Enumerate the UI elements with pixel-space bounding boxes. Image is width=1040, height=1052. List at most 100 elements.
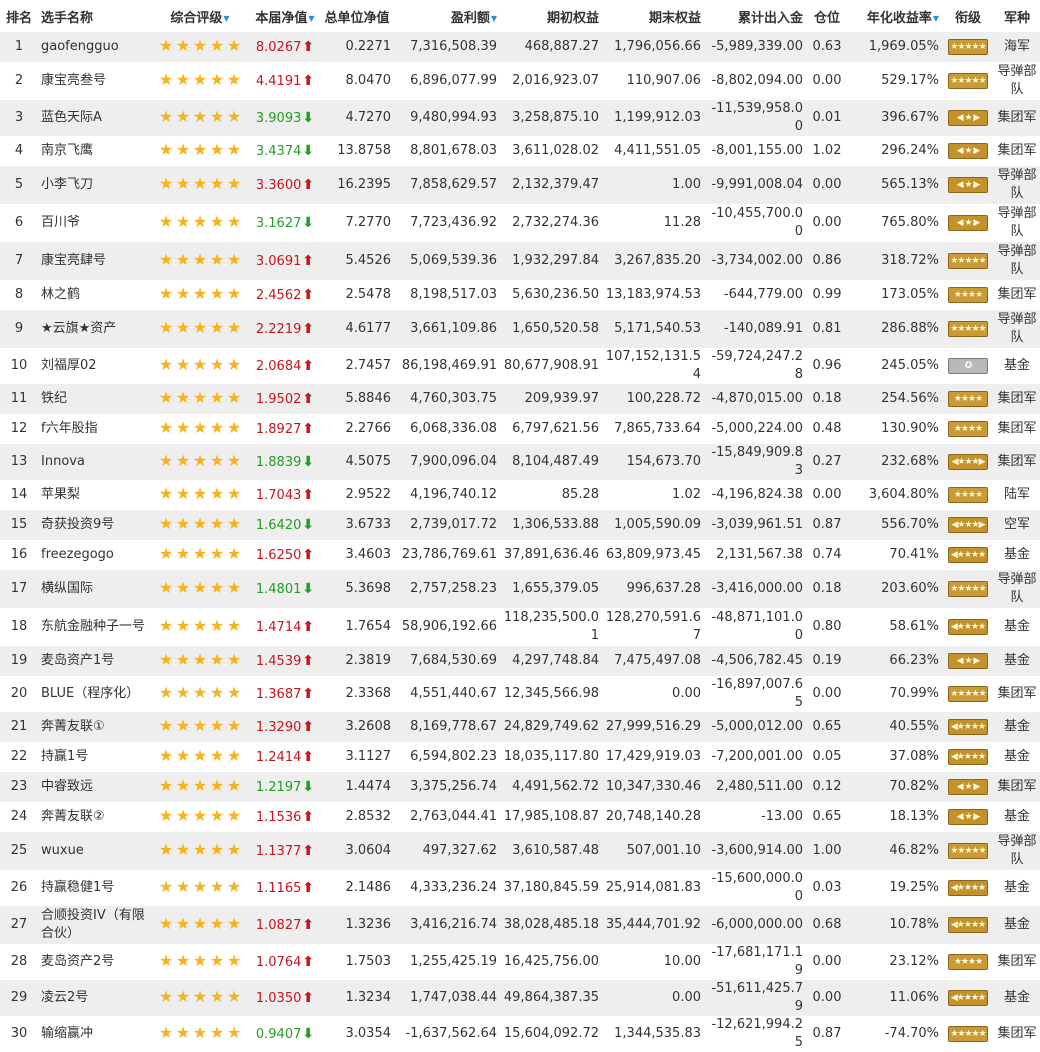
cell-rank: 9: [14, 321, 24, 336]
star-icon: ★: [158, 513, 174, 533]
table-row[interactable]: 1 gaofengguo ★ ★ ★ ★ ★ 8.0267⬆ 0.2271 7,316,508.3…: [0, 32, 1040, 62]
cell-name[interactable]: 百川爷: [38, 204, 150, 242]
cell-name[interactable]: 东航金融种子一号: [38, 608, 150, 646]
cell-name[interactable]: 输缩赢冲: [38, 1016, 150, 1052]
cell-cum-flow: -11,539,958.00: [711, 101, 803, 134]
header-total-nav[interactable]: 总单位净值: [320, 0, 394, 32]
header-rating[interactable]: 综合评级▼: [150, 0, 250, 32]
cell-name[interactable]: 南京飞鹰: [38, 136, 150, 166]
table-header-row: 排名 选手名称 综合评级▼ 本届净值▼ 总单位净值 盈利额▼ 期初权益 期末权益…: [0, 0, 1040, 32]
cell-name[interactable]: freezegogo: [38, 540, 150, 570]
cell-name[interactable]: 持赢1号: [38, 742, 150, 772]
cell-name[interactable]: 麦岛资产2号: [38, 944, 150, 980]
cell-name[interactable]: 横纵国际: [38, 570, 150, 608]
cell-annual: 37.08%: [889, 749, 939, 764]
cell-name[interactable]: 康宝亮肆号: [38, 242, 150, 280]
table-row[interactable]: 12 f六年股指 ★ ★ ★ ★ ★ 1.8927⬆ 2.2766 6,068,336.08 6,7…: [0, 414, 1040, 444]
table-row[interactable]: 27 合顺投资IV（有限合伙） ★ ★ ★ ★ ★ 1.0827⬆ 1.3236 3,416,21…: [0, 906, 1040, 944]
table-row[interactable]: 15 奇获投资9号 ★ ★ ★ ★ ★ 1.6420⬇ 3.6733 2,739,017.72 1,…: [0, 510, 1040, 540]
star-icon: ★: [226, 615, 242, 635]
cell-name[interactable]: 康宝亮叁号: [38, 62, 150, 100]
cell-name[interactable]: 林之鹤: [38, 280, 150, 310]
cell-name[interactable]: 蓝色天际A: [38, 100, 150, 136]
header-nav[interactable]: 本届净值▼: [250, 0, 320, 32]
star-icon: ★: [175, 615, 191, 635]
table-row[interactable]: 23 中睿致远 ★ ★ ★ ★ ★ 1.2197⬇ 1.4474 3,375,256.74 4,49…: [0, 772, 1040, 802]
sort-arrow-icon[interactable]: ▼: [491, 14, 497, 23]
cell-nav: 1.8839⬇: [255, 453, 315, 470]
cell-name[interactable]: 刘福厚02: [38, 348, 150, 384]
table-row[interactable]: 21 奔菁友联① ★ ★ ★ ★ ★ 1.3290⬆ 3.2608 8,169,778.67 24,…: [0, 712, 1040, 742]
cell-name[interactable]: 麦岛资产1号: [38, 646, 150, 676]
cell-cum-flow: -140,089.91: [723, 321, 803, 336]
table-row[interactable]: 16 freezegogo ★ ★ ★ ★ ★ 1.6250⬆ 3.4603 23,786,769…: [0, 540, 1040, 570]
table-row[interactable]: 18 东航金融种子一号 ★ ★ ★ ★ ★ 1.4714⬆ 1.7654 58,906,192.6…: [0, 608, 1040, 646]
header-end-equity[interactable]: 期末权益: [602, 0, 704, 32]
table-row[interactable]: 13 Innova ★ ★ ★ ★ ★ 1.8839⬇ 4.5075 7,900,096.04 8,…: [0, 444, 1040, 480]
cell-name[interactable]: 奇获投资9号: [38, 510, 150, 540]
cell-annual: 245.05%: [881, 358, 939, 373]
cell-annual: 23.12%: [889, 954, 939, 969]
header-cum-flow[interactable]: 累计出入金: [704, 0, 806, 32]
table-row[interactable]: 29 凌云2号 ★ ★ ★ ★ ★ 1.0350⬆ 1.3234 1,747,038.44 49,8…: [0, 980, 1040, 1016]
star-icon: ★: [192, 173, 208, 193]
cell-name[interactable]: BLUE（程序化）: [38, 676, 150, 712]
table-row[interactable]: 28 麦岛资产2号 ★ ★ ★ ★ ★ 1.0764⬆ 1.7503 1,255,425.19 16…: [0, 944, 1040, 980]
table-row[interactable]: 22 持赢1号 ★ ★ ★ ★ ★ 1.2414⬆ 3.1127 6,594,802.23 18,0…: [0, 742, 1040, 772]
cell-name[interactable]: Innova: [38, 444, 150, 480]
cell-name[interactable]: gaofengguo: [38, 32, 150, 62]
cell-name[interactable]: 中睿致远: [38, 772, 150, 802]
header-rank-title[interactable]: 衔级: [942, 0, 994, 32]
cell-name[interactable]: f六年股指: [38, 414, 150, 444]
cell-total-nav: 13.8758: [337, 143, 391, 158]
cell-name[interactable]: 奔菁友联②: [38, 802, 150, 832]
star-icon: ★: [158, 745, 174, 765]
table-row[interactable]: 11 铁纪 ★ ★ ★ ★ ★ 1.9502⬆ 5.8846 4,760,303.75 209,93…: [0, 384, 1040, 414]
cell-annual: 40.55%: [889, 719, 939, 734]
cell-name[interactable]: wuxue: [38, 832, 150, 870]
table-row[interactable]: 17 横纵国际 ★ ★ ★ ★ ★ 1.4801⬇ 5.3698 2,757,258.23 1,65…: [0, 570, 1040, 608]
cell-name[interactable]: 持赢稳健1号: [38, 870, 150, 906]
rank-badge-icon: ★★★★★: [948, 72, 988, 89]
cell-army: 基金: [1003, 809, 1030, 824]
cell-name[interactable]: 奔菁友联①: [38, 712, 150, 742]
cell-name[interactable]: ★云旗★资产: [38, 310, 150, 348]
sort-arrow-icon[interactable]: ▼: [308, 14, 314, 23]
header-rank[interactable]: 排名: [0, 0, 38, 32]
table-row[interactable]: 7 康宝亮肆号 ★ ★ ★ ★ ★ 3.0691⬆ 5.4526 5,069,539.36 1,93…: [0, 242, 1040, 280]
header-profit[interactable]: 盈利额▼: [394, 0, 500, 32]
table-row[interactable]: 2 康宝亮叁号 ★ ★ ★ ★ ★ 4.4191⬆ 8.0470 6,896,077.99 2,01…: [0, 62, 1040, 100]
table-row[interactable]: 5 小李飞刀 ★ ★ ★ ★ ★ 3.3600⬆ 16.2395 7,858,629.57 2,13…: [0, 166, 1040, 204]
table-row[interactable]: 30 输缩赢冲 ★ ★ ★ ★ ★ 0.9407⬇ 3.0354 -1,637,562.64 15,…: [0, 1016, 1040, 1052]
table-row[interactable]: 24 奔菁友联② ★ ★ ★ ★ ★ 1.1536⬆ 2.8532 2,763,044.41 17,…: [0, 802, 1040, 832]
cell-name[interactable]: 苹果梨: [38, 480, 150, 510]
cell-profit: 8,198,517.03: [410, 287, 497, 302]
cell-name[interactable]: 小李飞刀: [38, 166, 150, 204]
cell-profit: 9,480,994.93: [410, 110, 497, 125]
header-name[interactable]: 选手名称: [38, 0, 150, 32]
rating-stars: ★ ★ ★ ★ ★: [158, 877, 243, 896]
cell-name[interactable]: 凌云2号: [38, 980, 150, 1016]
cell-rank-badge: ◀ ★ ▶: [942, 646, 994, 676]
table-row[interactable]: 26 持赢稳健1号 ★ ★ ★ ★ ★ 1.1165⬆ 2.1486 4,333,236.24 37…: [0, 870, 1040, 906]
sort-arrow-icon[interactable]: ▼: [223, 14, 229, 23]
cell-end-equity: 1.00: [672, 177, 701, 192]
table-row[interactable]: 9 ★云旗★资产 ★ ★ ★ ★ ★ 2.2219⬆ 4.6177 3,661,109.86 1,6…: [0, 310, 1040, 348]
sort-arrow-icon[interactable]: ▼: [933, 14, 939, 23]
table-row[interactable]: 4 南京飞鹰 ★ ★ ★ ★ ★ 3.4374⬇ 13.8758 8,801,678.03 3,61…: [0, 136, 1040, 166]
table-row[interactable]: 10 刘福厚02 ★ ★ ★ ★ ★ 2.0684⬆ 2.7457 86,198,469.91 80…: [0, 348, 1040, 384]
cell-start-equity: 38,028,485.18: [503, 917, 599, 932]
table-row[interactable]: 20 BLUE（程序化） ★ ★ ★ ★ ★ 1.3687⬆ 2.3368 4,551,440.6…: [0, 676, 1040, 712]
header-annual[interactable]: 年化收益率▼: [848, 0, 942, 32]
table-row[interactable]: 14 苹果梨 ★ ★ ★ ★ ★ 1.7043⬆ 2.9522 4,196,740.12 85.28…: [0, 480, 1040, 510]
cell-name[interactable]: 铁纪: [38, 384, 150, 414]
cell-name[interactable]: 合顺投资IV（有限合伙）: [38, 906, 150, 944]
table-row[interactable]: 6 百川爷 ★ ★ ★ ★ ★ 3.1627⬇ 7.2770 7,723,436.92 2,732,…: [0, 204, 1040, 242]
header-army[interactable]: 军种: [994, 0, 1040, 32]
header-start-equity[interactable]: 期初权益: [500, 0, 602, 32]
table-row[interactable]: 19 麦岛资产1号 ★ ★ ★ ★ ★ 1.4539⬆ 2.3819 7,684,530.69 4,…: [0, 646, 1040, 676]
table-row[interactable]: 8 林之鹤 ★ ★ ★ ★ ★ 2.4562⬆ 2.5478 8,198,517.03 5,630,…: [0, 280, 1040, 310]
table-row[interactable]: 3 蓝色天际A ★ ★ ★ ★ ★ 3.9093⬇ 4.7270 9,480,994.93 3,25…: [0, 100, 1040, 136]
table-row[interactable]: 25 wuxue ★ ★ ★ ★ ★ 1.1377⬆ 3.0604 497,327.62 3,610…: [0, 832, 1040, 870]
header-position[interactable]: 仓位: [806, 0, 848, 32]
